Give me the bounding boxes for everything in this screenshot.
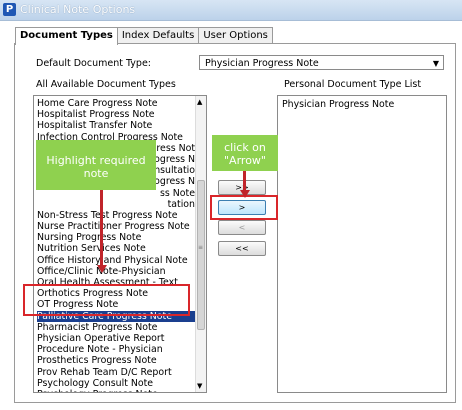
list-item[interactable]: Physician Progress Note [278, 99, 446, 110]
list-item[interactable]: Home Care Progress Note [37, 98, 195, 109]
list-item[interactable]: tation [37, 199, 195, 210]
default-doc-type-value: Physician Progress Note [205, 58, 319, 69]
list-item[interactable]: Nutrition Services Note [37, 243, 195, 254]
scroll-down-arrow-icon[interactable]: ▼ [197, 382, 202, 390]
list-item[interactable]: Nursing Progress Note [37, 232, 195, 243]
remove-button[interactable]: < [218, 220, 266, 235]
list-item[interactable]: Prosthetics Progress Note [37, 355, 195, 366]
selection-highlight [23, 284, 190, 316]
vertical-scrollbar[interactable]: ▲ ≡ ▼ [195, 96, 206, 392]
list-item[interactable]: Non-Stress Test Progress Note [37, 210, 195, 221]
available-list-label: All Available Document Types [36, 79, 176, 90]
personal-doc-types-list[interactable]: Physician Progress Note [277, 95, 447, 393]
tab-document-types[interactable]: Document Types [15, 27, 118, 45]
scroll-up-arrow-icon[interactable]: ▲ [197, 98, 202, 106]
highlight-callout: Highlight required note [36, 140, 156, 190]
click-arrow-callout: click on "Arrow" [212, 135, 278, 171]
title-bar: P Clinical Note Options [0, 0, 462, 21]
list-item[interactable]: Office History and Physical Note [37, 255, 195, 266]
scroll-grip-icon: ≡ [198, 244, 204, 251]
click-arrow-text-2: "Arrow" [224, 154, 266, 167]
app-icon: P [3, 3, 16, 16]
list-item[interactable]: Psychology Progress Note [37, 389, 195, 392]
arrow-down-icon-2 [239, 190, 250, 198]
list-item[interactable]: Pharmacist Progress Note [37, 322, 195, 333]
arrow-button-highlight [210, 195, 278, 220]
personal-list-label: Personal Document Type List [284, 79, 422, 90]
chevron-down-icon[interactable]: ▼ [433, 56, 439, 71]
scrollbar-thumb[interactable] [197, 180, 205, 330]
highlight-callout-text: Highlight required note [46, 154, 146, 180]
list-item[interactable]: Prov Rehab Team D/C Report [37, 367, 195, 378]
arrow-down-line-2 [243, 171, 246, 191]
list-item[interactable]: Hospitalist Progress Note [37, 109, 195, 120]
window-title: Clinical Note Options [20, 3, 136, 16]
list-item[interactable]: Procedure Note - Physician [37, 344, 195, 355]
arrow-down-icon [96, 265, 107, 273]
tab-index-defaults[interactable]: Index Defaults [116, 27, 200, 44]
list-item[interactable]: Psychology Consult Note [37, 378, 195, 389]
list-item[interactable]: Office/Clinic Note-Physician [37, 266, 195, 277]
list-item[interactable]: Hospitalist Transfer Note [37, 120, 195, 131]
default-doc-type-dropdown[interactable]: Physician Progress Note ▼ [199, 55, 444, 70]
list-item[interactable]: Nurse Practitioner Progress Note [37, 221, 195, 232]
arrow-down-line [100, 190, 103, 266]
list-item[interactable]: Physician Operative Report [37, 333, 195, 344]
default-doc-type-label: Default Document Type: [36, 58, 151, 69]
remove-all-button[interactable]: << [218, 241, 266, 256]
tab-strip: Document Types Index Defaults User Optio… [15, 27, 273, 45]
click-arrow-text-1: click on [224, 141, 266, 154]
tab-user-options[interactable]: User Options [198, 27, 273, 44]
